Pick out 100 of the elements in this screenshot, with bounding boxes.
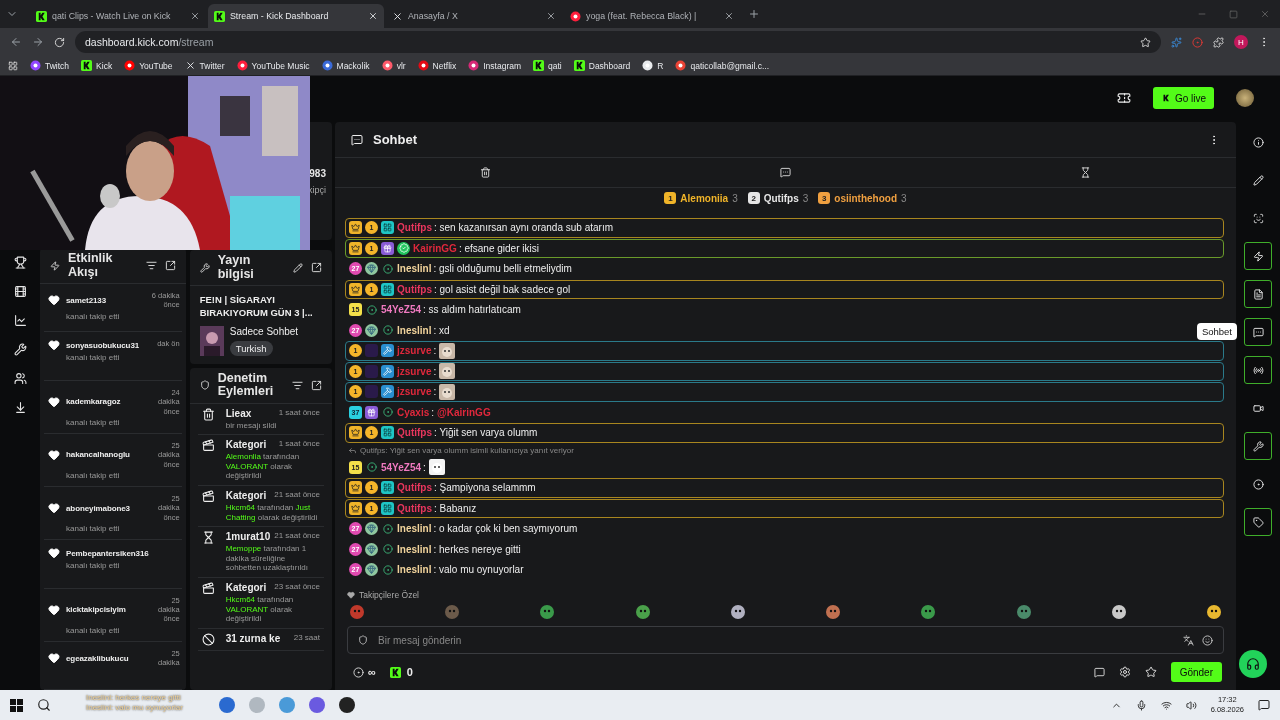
close-icon[interactable] bbox=[546, 11, 556, 21]
close-icon[interactable] bbox=[368, 11, 378, 21]
chat-username[interactable]: 54YeZ54 bbox=[381, 461, 422, 473]
users-icon[interactable] bbox=[13, 372, 27, 385]
app-icon[interactable] bbox=[339, 697, 355, 713]
bookmark-star-icon[interactable] bbox=[1140, 36, 1151, 48]
bookmark-link[interactable]: R bbox=[642, 60, 664, 71]
chat-username[interactable]: Cyaxis bbox=[397, 406, 430, 418]
bookmark-link[interactable]: qaticollab@gmail.c... bbox=[675, 60, 770, 71]
forward-icon[interactable] bbox=[32, 36, 44, 48]
bookmark-link[interactable]: qati bbox=[533, 60, 562, 71]
translate-icon[interactable] bbox=[1183, 634, 1194, 646]
emote-icon[interactable] bbox=[634, 604, 651, 620]
emote-icon[interactable] bbox=[825, 604, 842, 620]
chat-username[interactable]: Ineslinl bbox=[397, 523, 432, 535]
browser-tab[interactable]: Stream - Kick Dashboard bbox=[208, 4, 384, 28]
wrench-icon[interactable] bbox=[13, 343, 27, 356]
bookmark-link[interactable]: Kick bbox=[81, 60, 113, 71]
chat-username[interactable]: Qutifps bbox=[397, 222, 432, 234]
pencil-icon[interactable] bbox=[293, 262, 303, 273]
apps-icon[interactable] bbox=[8, 60, 18, 71]
bookmark-link[interactable]: Twitch bbox=[30, 60, 70, 71]
support-button[interactable] bbox=[1239, 650, 1267, 678]
back-icon[interactable] bbox=[10, 36, 22, 48]
emote-icon[interactable] bbox=[729, 604, 746, 620]
chat-username[interactable]: Qutifps bbox=[397, 283, 432, 295]
popout-icon[interactable] bbox=[164, 260, 176, 271]
reload-icon[interactable] bbox=[54, 36, 65, 48]
chat-username[interactable]: jzsurve bbox=[397, 386, 432, 398]
new-tab-icon[interactable] bbox=[748, 8, 760, 20]
bookmark-link[interactable]: YouTube Music bbox=[236, 60, 310, 71]
chart-icon[interactable] bbox=[13, 314, 27, 327]
bookmark-link[interactable]: Netflix bbox=[417, 60, 457, 71]
sidebar-button[interactable] bbox=[1244, 356, 1272, 384]
close-icon[interactable] bbox=[190, 11, 200, 21]
emote-icon[interactable] bbox=[1205, 604, 1222, 620]
popout-icon[interactable] bbox=[311, 379, 322, 391]
film-icon[interactable] bbox=[13, 285, 27, 298]
browser-tab[interactable]: Anasayfa / X bbox=[386, 4, 562, 28]
browser-tab[interactable]: yoga (feat. Rebecca Black) | bbox=[564, 4, 740, 28]
follower-name: kicktakipcisiyim bbox=[66, 605, 127, 615]
browser-tab[interactable]: qati Clips - Watch Live on Kick bbox=[30, 4, 206, 28]
emote-icon[interactable] bbox=[1015, 604, 1032, 620]
chat-username[interactable]: Ineslinl bbox=[397, 543, 432, 555]
hourglass-icon[interactable] bbox=[1080, 167, 1092, 178]
chat-icon[interactable] bbox=[1093, 666, 1105, 678]
chat-username[interactable]: Ineslinl bbox=[397, 564, 432, 576]
bookmark-link[interactable]: Twitter bbox=[184, 60, 225, 71]
trash-icon[interactable] bbox=[479, 167, 491, 178]
sidebar-button[interactable] bbox=[1244, 280, 1272, 308]
chat-username[interactable]: jzsurve bbox=[397, 365, 432, 377]
go-live-button[interactable]: Go live bbox=[1152, 87, 1214, 109]
bookmark-link[interactable]: vlr bbox=[381, 60, 406, 71]
download-icon[interactable] bbox=[13, 401, 27, 414]
message-field[interactable]: Bir mesaj gönderin bbox=[347, 626, 1224, 654]
chat-username[interactable]: 54YeZ54 bbox=[381, 304, 422, 316]
volume-icon[interactable] bbox=[1185, 699, 1197, 711]
sidebar-button[interactable] bbox=[1244, 432, 1272, 460]
windows-logo-icon[interactable] bbox=[10, 698, 23, 712]
profile-avatar[interactable]: H bbox=[1234, 35, 1248, 49]
chat-username[interactable]: jzsurve bbox=[397, 345, 432, 357]
chat-username[interactable]: Qutifps bbox=[397, 482, 432, 494]
action-title: Kategori bbox=[225, 581, 268, 595]
chat-username[interactable]: Qutifps bbox=[397, 502, 432, 514]
filter-icon[interactable] bbox=[145, 260, 157, 271]
close-icon[interactable] bbox=[724, 11, 734, 21]
bookmark-link[interactable]: Dashboard bbox=[573, 60, 631, 71]
chat-username[interactable]: Qutifps bbox=[397, 427, 432, 439]
chat-username[interactable]: Ineslinl bbox=[397, 324, 432, 336]
network-icon[interactable] bbox=[1160, 699, 1172, 711]
bookmark-link[interactable]: YouTube bbox=[124, 60, 173, 71]
chat-username[interactable]: KairinGG bbox=[413, 242, 457, 254]
star-icon[interactable] bbox=[1144, 666, 1157, 678]
filter-icon[interactable] bbox=[292, 379, 303, 391]
sidebar-button[interactable] bbox=[1244, 242, 1272, 270]
mention-link[interactable]: @KairinGG bbox=[437, 406, 491, 418]
emote-icon[interactable] bbox=[539, 604, 556, 620]
trophy-icon[interactable] bbox=[13, 256, 27, 269]
user-avatar[interactable] bbox=[1236, 89, 1254, 107]
popout-icon[interactable] bbox=[311, 262, 322, 273]
rank-medal: 3 bbox=[818, 192, 831, 204]
send-button[interactable]: Gönder bbox=[1170, 662, 1222, 682]
notifications-icon[interactable] bbox=[1258, 699, 1270, 711]
bookmark-link[interactable]: Mackolik bbox=[321, 60, 370, 71]
emote-icon[interactable] bbox=[920, 604, 937, 620]
emote-icon[interactable] bbox=[1110, 604, 1127, 620]
bookmark-link[interactable]: Instagram bbox=[468, 60, 522, 71]
ticket-icon[interactable] bbox=[1116, 91, 1131, 105]
search-icon[interactable] bbox=[37, 698, 51, 712]
microphone-icon[interactable] bbox=[1135, 699, 1147, 711]
message-input[interactable]: Bir mesaj gönderin bbox=[376, 633, 1175, 647]
sidebar-button[interactable] bbox=[1244, 508, 1272, 536]
settings-icon[interactable] bbox=[1118, 666, 1131, 678]
address-bar[interactable]: dashboard.kick.com/stream bbox=[75, 31, 1161, 53]
crown-badge bbox=[349, 426, 362, 440]
emoji-icon[interactable] bbox=[1202, 634, 1213, 646]
chat-icon[interactable] bbox=[780, 167, 791, 178]
extensions-icon[interactable] bbox=[1213, 36, 1224, 48]
extension-icon[interactable] bbox=[1171, 36, 1182, 48]
chat-username[interactable]: Ineslinl bbox=[397, 263, 432, 275]
